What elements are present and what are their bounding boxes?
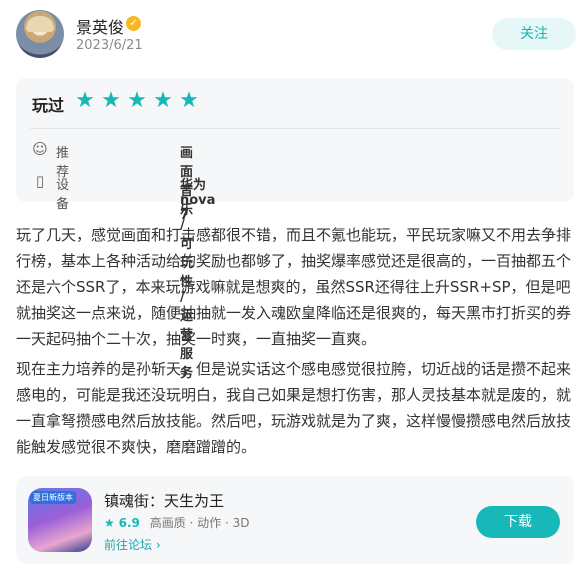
star-icon: ★ — [179, 88, 199, 113]
rating-card: 玩过 ★ ★ ★ ★ ★ ☺ 推荐 画面音乐 / 可玩性 / 运营服务 ▯ 设备… — [16, 78, 574, 381]
avatar[interactable] — [16, 10, 64, 58]
played-label: 玩过 — [32, 96, 65, 115]
game-card[interactable]: 夏日新版本 镇魂街：天生为王 ★ 6.9 高画质 · 动作 · 3D 前往论坛 … — [16, 476, 574, 564]
smile-icon: ☺ — [32, 140, 48, 158]
review-header: 景英俊 ✓ 2023/6/21 关注 — [16, 10, 576, 60]
device-value: 华为 nova 7 — [180, 178, 216, 223]
game-score: 6.9 — [118, 516, 140, 530]
star-icon: ★ — [75, 88, 95, 113]
game-icon-tag: 夏日新版本 — [30, 491, 76, 504]
download-button[interactable]: 下载 — [476, 506, 560, 538]
forum-link[interactable]: 前往论坛 › — [104, 536, 161, 553]
star-rating: ★ ★ ★ ★ ★ — [74, 90, 200, 112]
star-icon: ★ — [153, 88, 173, 113]
chevron-right-icon: › — [155, 538, 161, 552]
post-date: 2023/6/21 — [76, 38, 143, 53]
follow-button[interactable]: 关注 — [492, 18, 576, 50]
device-label: 设备 — [56, 178, 70, 212]
game-tags: 高画质 · 动作 · 3D — [149, 516, 250, 530]
forum-link-label: 前往论坛 — [104, 538, 153, 552]
review-paragraph-1: 玩了几天，感觉画面和打击感都很不错，而且不氪也能玩，平民玩家嘛又不用去争排行榜，… — [16, 226, 572, 348]
star-icon: ★ — [127, 88, 147, 113]
star-icon: ★ — [101, 88, 121, 113]
username[interactable]: 景英俊 — [76, 14, 124, 38]
star-icon: ★ — [104, 516, 115, 530]
medal-icon: ✓ — [126, 16, 141, 31]
game-meta: ★ 6.9 高画质 · 动作 · 3D — [104, 514, 249, 531]
phone-icon: ▯ — [35, 172, 45, 190]
divider — [30, 128, 560, 129]
game-icon[interactable]: 夏日新版本 — [28, 488, 92, 552]
review-paragraph-2: 现在主力培养的是孙斩天，但是说实话这个感电感觉很拉胯，切近战的话是攒不起来感电的… — [16, 360, 572, 456]
game-title[interactable]: 镇魂街：天生为王 — [104, 490, 224, 511]
